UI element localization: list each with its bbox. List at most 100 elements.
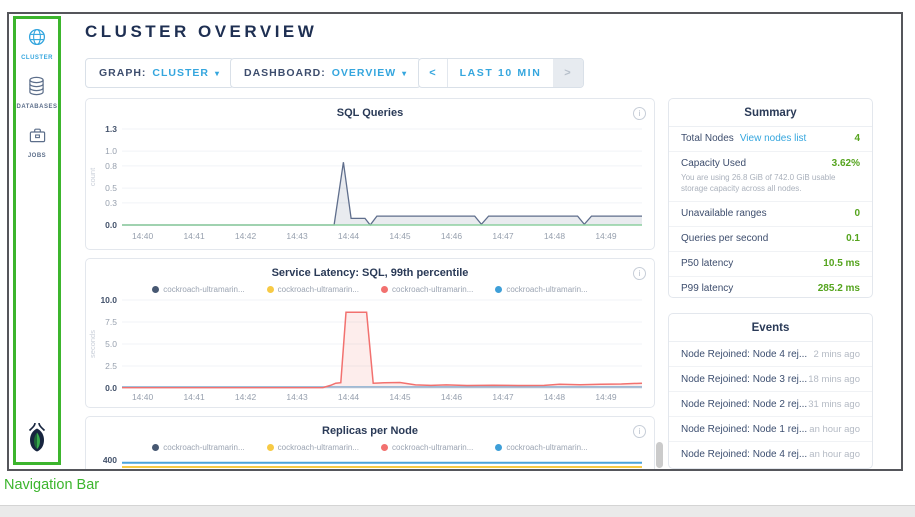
legend-dot <box>495 444 502 451</box>
y-tick-label: 2.5 <box>105 361 117 371</box>
y-tick-label: 5.0 <box>105 339 117 349</box>
event-time: an hour ago <box>809 424 860 435</box>
summary-title: Summary <box>669 99 872 127</box>
sidebar-item-jobs[interactable]: JOBS <box>28 126 47 159</box>
service-latency-card: Service Latency: SQL, 99th percentile i … <box>85 258 655 408</box>
legend-item: cockroach-ultramarin... <box>495 284 587 294</box>
sidebar-item-databases[interactable]: DATABASES <box>17 76 58 110</box>
y-axis-label: count <box>88 167 97 186</box>
legend-item: cockroach-ultramarin... <box>152 442 244 452</box>
event-time: 2 mins ago <box>814 349 860 360</box>
time-prev-button[interactable]: < <box>419 59 448 87</box>
y-tick-label: 0.0 <box>105 383 117 393</box>
event-row: Node Rejoined: Node 4 rej... 2 mins ago <box>669 342 872 367</box>
legend-dot <box>267 444 274 451</box>
summary-row-value: 3.62% <box>832 158 860 169</box>
info-icon[interactable]: i <box>633 425 646 438</box>
legend-item: cockroach-ultramarin... <box>267 284 359 294</box>
event-text: Node Rejoined: Node 4 rej... <box>681 349 807 360</box>
legend-item: cockroach-ultramarin... <box>381 442 473 452</box>
y-tick-label: 7.5 <box>105 317 117 327</box>
x-tick-label: 14:47 <box>492 392 514 402</box>
event-text: Node Rejoined: Node 2 rej... <box>681 399 807 410</box>
summary-row-value: 0 <box>854 208 860 219</box>
y-tick-label: 10.0 <box>100 296 117 305</box>
legend-dot <box>381 286 388 293</box>
navigation-bar: CLUSTER DATABASES <box>13 16 61 465</box>
chart-legend: cockroach-ultramarin... cockroach-ultrama… <box>86 284 654 294</box>
graph-dropdown[interactable]: GRAPH: CLUSTER ▾ <box>85 58 234 88</box>
database-icon <box>27 76 46 101</box>
x-tick-label: 14:46 <box>441 231 463 241</box>
x-tick-label: 14:42 <box>235 231 257 241</box>
x-tick-label: 14:44 <box>338 392 360 402</box>
sidebar-item-label: CLUSTER <box>21 55 53 61</box>
info-icon[interactable]: i <box>633 107 646 120</box>
legend-item: cockroach-ultramarin... <box>267 442 359 452</box>
summary-panel: Summary Total Nodes View nodes list 4 Cap… <box>668 98 873 298</box>
events-title: Events <box>669 314 872 342</box>
graph-dropdown-label: GRAPH: <box>99 67 146 79</box>
info-icon[interactable]: i <box>633 267 646 280</box>
y-tick-label: 0.5 <box>105 183 117 193</box>
y-axis-label: seconds <box>88 330 97 358</box>
event-row: Node Rejoined: Node 4 rej... an hour ago <box>669 442 872 466</box>
x-tick-label: 14:44 <box>338 231 360 241</box>
summary-row-value: 0.1 <box>846 233 860 244</box>
legend-dot <box>152 444 159 451</box>
chart-legend: cockroach-ultramarin... cockroach-ultrama… <box>86 442 654 452</box>
sidebar-item-cluster[interactable]: CLUSTER <box>21 27 53 61</box>
view-nodes-list-link[interactable]: View nodes list <box>740 133 807 144</box>
summary-row-label: P50 latency <box>681 258 733 269</box>
cockroach-logo[interactable] <box>24 422 50 457</box>
series-area-node-red <box>122 312 642 388</box>
time-next-button[interactable]: > <box>553 59 583 87</box>
summary-row-value: 4 <box>854 133 860 144</box>
legend-dot <box>495 286 502 293</box>
chart-title: Service Latency: SQL, 99th percentile <box>86 267 654 279</box>
legend-item: cockroach-ultramarin... <box>381 284 473 294</box>
summary-row-label: Capacity Used <box>681 158 746 169</box>
chart-title: SQL Queries <box>86 107 654 119</box>
summary-row-label: Total Nodes <box>681 133 734 144</box>
sql-queries-chart: 1.31.00.80.50.30.014:4014:4114:4214:4314… <box>86 121 652 243</box>
legend-dot <box>267 286 274 293</box>
summary-row-value: 285.2 ms <box>818 283 860 294</box>
vertical-scrollbar-thumb[interactable] <box>656 442 663 468</box>
chevron-down-icon: ▾ <box>402 69 407 78</box>
page-title: CLUSTER OVERVIEW <box>85 22 317 42</box>
x-tick-label: 14:41 <box>183 392 205 402</box>
x-tick-label: 14:48 <box>544 392 566 402</box>
y-tick-label: 1.0 <box>105 146 117 156</box>
x-tick-label: 14:42 <box>235 392 257 402</box>
service-latency-chart: 10.07.55.02.50.014:4014:4114:4214:4314:4… <box>86 296 652 404</box>
x-tick-label: 14:40 <box>132 231 154 241</box>
y-tick-label: 0.3 <box>105 198 117 208</box>
x-tick-label: 14:49 <box>595 392 617 402</box>
time-range-label[interactable]: LAST 10 MIN <box>448 67 553 79</box>
summary-row-capacity-used: Capacity Used 3.62% You are using 26.8 G… <box>669 152 872 202</box>
x-tick-label: 14:46 <box>441 392 463 402</box>
briefcase-icon <box>28 126 47 150</box>
page: CLUSTER DATABASES <box>0 0 915 517</box>
events-panel: Events Node Rejoined: Node 4 rej... 2 mi… <box>668 313 873 469</box>
dashboard-dropdown-value: OVERVIEW <box>332 67 396 79</box>
event-time: 18 mins ago <box>808 374 860 385</box>
event-time: an hour ago <box>809 449 860 460</box>
bottom-strip <box>0 505 915 517</box>
event-row: Node Rejoined: Node 3 rej... 18 mins ago <box>669 367 872 392</box>
chevron-down-icon: ▾ <box>215 69 220 78</box>
legend-item: cockroach-ultramarin... <box>495 442 587 452</box>
legend-dot <box>381 444 388 451</box>
x-tick-label: 14:47 <box>492 231 514 241</box>
series-line-node-red <box>122 312 642 387</box>
dashboard-dropdown[interactable]: DASHBOARD: OVERVIEW ▾ <box>230 58 421 88</box>
x-tick-label: 14:45 <box>389 231 411 241</box>
x-tick-label: 14:49 <box>595 231 617 241</box>
globe-icon <box>27 27 47 52</box>
y-tick-label: 0.0 <box>105 220 117 230</box>
dashboard-dropdown-label: DASHBOARD: <box>244 67 326 79</box>
navigation-bar-annotation: Navigation Bar <box>4 477 99 493</box>
legend-item: cockroach-ultramarin... <box>152 284 244 294</box>
summary-row-label: Queries per second <box>681 233 768 244</box>
